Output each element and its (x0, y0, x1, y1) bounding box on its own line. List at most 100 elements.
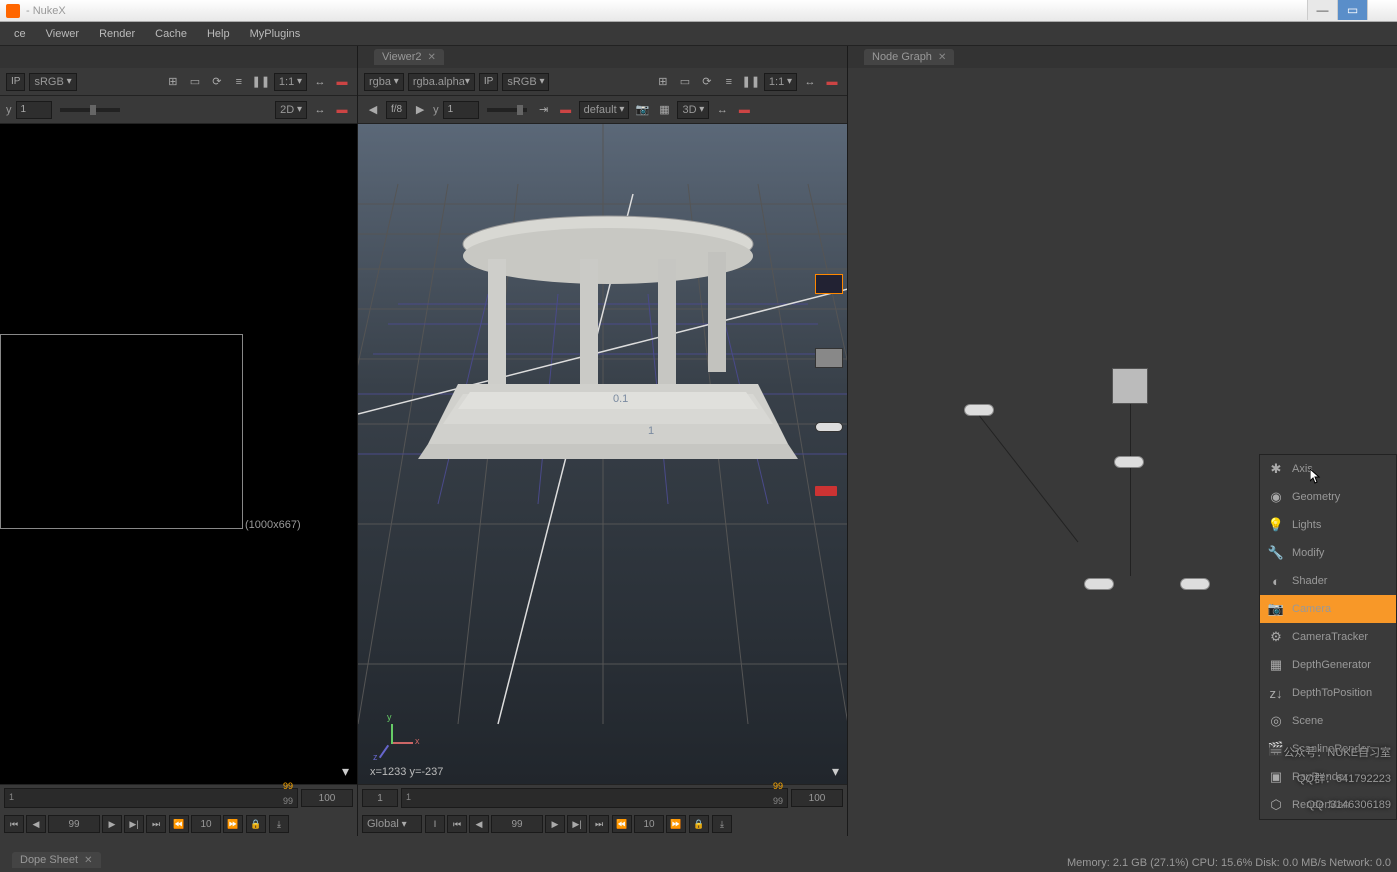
export-icon[interactable]: ⤓ (712, 815, 732, 833)
thumbnail[interactable] (815, 274, 843, 294)
channel-dropdown[interactable]: rgba ▾ (364, 73, 404, 91)
mode-dropdown[interactable]: 2D ▾ (275, 101, 307, 119)
lock-icon[interactable]: 🔒 (689, 815, 709, 833)
prev-frame-button[interactable]: ◀ (26, 815, 46, 833)
handle-icon[interactable]: ↔ (311, 73, 329, 91)
alpha-dropdown[interactable]: rgba.alpha▾ (408, 73, 475, 91)
prev-key-button[interactable]: ⏮ (447, 815, 467, 833)
red-icon[interactable]: ▬ (333, 101, 351, 119)
current-frame[interactable]: 99 (491, 815, 543, 833)
skip-fwd-button[interactable]: ⏩ (666, 815, 686, 833)
next-frame-button[interactable]: ▶| (124, 815, 144, 833)
y-slider[interactable] (60, 108, 120, 112)
node-graph-canvas[interactable]: ✱Axis ◉Geometry 💡Lights 🔧Modify ◐Shader … (848, 68, 1397, 836)
y-slider[interactable] (487, 108, 527, 112)
refresh-icon[interactable]: ⟳ (208, 73, 226, 91)
y-field[interactable]: 1 (16, 101, 52, 119)
pause-icon[interactable]: ❚❚ (742, 73, 760, 91)
zoom-dropdown[interactable]: 1:1 ▾ (764, 73, 797, 91)
y-field[interactable]: 1 (443, 101, 479, 119)
ip-toggle[interactable]: IP (479, 73, 498, 91)
frame-total[interactable]: 100 (301, 789, 353, 807)
ctx-geometry[interactable]: ◉Geometry (1260, 483, 1396, 511)
first-frame-button[interactable]: I (425, 815, 445, 833)
last-frame-button[interactable]: ⏭ (146, 815, 166, 833)
red-icon[interactable]: ▬ (557, 101, 575, 119)
prev-icon[interactable]: ◀ (364, 101, 382, 119)
expand-icon[interactable]: ▾ (832, 763, 839, 780)
expand-icon[interactable]: ▾ (342, 763, 349, 780)
skip-back-button[interactable]: ⏪ (169, 815, 189, 833)
red-icon[interactable]: ▬ (735, 101, 753, 119)
current-frame[interactable]: 99 (48, 815, 100, 833)
lock-icon[interactable]: ≡ (230, 73, 248, 91)
ctx-cameratracker[interactable]: ⚙CameraTracker (1260, 623, 1396, 651)
colorspace-dropdown[interactable]: sRGB ▾ (29, 73, 76, 91)
red-icon[interactable]: ▬ (333, 73, 351, 91)
roi-icon[interactable]: ▭ (186, 73, 204, 91)
wipe-icon[interactable]: ⇥ (535, 101, 553, 119)
lock-icon[interactable]: 🔒 (246, 815, 266, 833)
ctx-axis[interactable]: ✱Axis (1260, 455, 1396, 483)
menu-item[interactable]: ce (4, 28, 36, 40)
next-icon[interactable]: ▶ (411, 101, 429, 119)
clip-icon[interactable]: ⊞ (654, 73, 672, 91)
clip-icon[interactable]: ⊞ (164, 73, 182, 91)
nodegraph-tab[interactable]: Node Graph ✕ (864, 49, 954, 65)
pause-icon[interactable]: ❚❚ (252, 73, 270, 91)
menu-item[interactable]: Help (197, 28, 240, 40)
zoom-dropdown[interactable]: 1:1 ▾ (274, 73, 307, 91)
menu-item[interactable]: Viewer (36, 28, 89, 40)
lock-icon[interactable]: ≡ (720, 73, 738, 91)
close-icon[interactable]: ✕ (428, 52, 436, 63)
frame-start[interactable]: 1 (362, 789, 398, 807)
viewer1-viewport[interactable]: (1000x667) ▾ (0, 124, 357, 784)
close-button[interactable] (1367, 0, 1397, 20)
node[interactable] (964, 404, 994, 416)
colorspace-dropdown[interactable]: sRGB ▾ (502, 73, 549, 91)
node[interactable] (1180, 578, 1210, 590)
close-icon[interactable]: ✕ (938, 52, 946, 63)
play-button[interactable]: ▶ (545, 815, 565, 833)
ctx-lights[interactable]: 💡Lights (1260, 511, 1396, 539)
close-icon[interactable]: ✕ (84, 855, 92, 866)
roi-icon[interactable]: ▭ (676, 73, 694, 91)
menu-item[interactable]: Render (89, 28, 145, 40)
node[interactable] (1114, 456, 1144, 468)
export-icon[interactable]: ⤓ (269, 815, 289, 833)
frame-total[interactable]: 100 (791, 789, 843, 807)
grid-icon[interactable]: ▦ (655, 101, 673, 119)
timeline-track[interactable]: 99 1 99 (401, 788, 788, 808)
handle-icon[interactable]: ↔ (801, 73, 819, 91)
last-frame-button[interactable]: ⏭ (589, 815, 609, 833)
menu-item[interactable]: Cache (145, 28, 197, 40)
skip-back-button[interactable]: ⏪ (612, 815, 632, 833)
skip-fwd-button[interactable]: ⏩ (223, 815, 243, 833)
read-node[interactable] (1112, 368, 1148, 404)
timeline-track[interactable]: 99 1 99 (4, 788, 298, 808)
mode-dropdown[interactable]: 3D ▾ (677, 101, 709, 119)
ctx-depthtoposition[interactable]: z↓DepthToPosition (1260, 679, 1396, 707)
ctx-depthgenerator[interactable]: ▦DepthGenerator (1260, 651, 1396, 679)
thumbnail[interactable] (815, 422, 843, 432)
red-icon[interactable]: ▬ (823, 73, 841, 91)
ctx-scene[interactable]: ◎Scene (1260, 707, 1396, 735)
handle-icon[interactable]: ↔ (713, 101, 731, 119)
prev-frame-button[interactable]: ◀ (469, 815, 489, 833)
ip-toggle[interactable]: IP (6, 73, 25, 91)
cam-icon[interactable]: 📷 (633, 101, 651, 119)
viewer2-tab[interactable]: Viewer2 ✕ (374, 49, 444, 65)
sample-dropdown[interactable]: default ▾ (579, 101, 630, 119)
viewer2-viewport[interactable]: 0.1 1 yxz ▾ x=1233 y=-237 (358, 124, 847, 784)
menu-item[interactable]: MyPlugins (240, 28, 311, 40)
refresh-icon[interactable]: ⟳ (698, 73, 716, 91)
minimize-button[interactable]: — (1307, 0, 1337, 20)
maximize-button[interactable]: ▭ (1337, 0, 1367, 20)
thumbnail[interactable] (815, 348, 843, 368)
skip-field[interactable]: 10 (634, 815, 664, 833)
ctx-modify[interactable]: 🔧Modify (1260, 539, 1396, 567)
node[interactable] (1084, 578, 1114, 590)
ctx-shader[interactable]: ◐Shader (1260, 567, 1396, 595)
dopesheet-tab[interactable]: Dope Sheet ✕ (12, 852, 101, 868)
play-button[interactable]: ▶ (102, 815, 122, 833)
